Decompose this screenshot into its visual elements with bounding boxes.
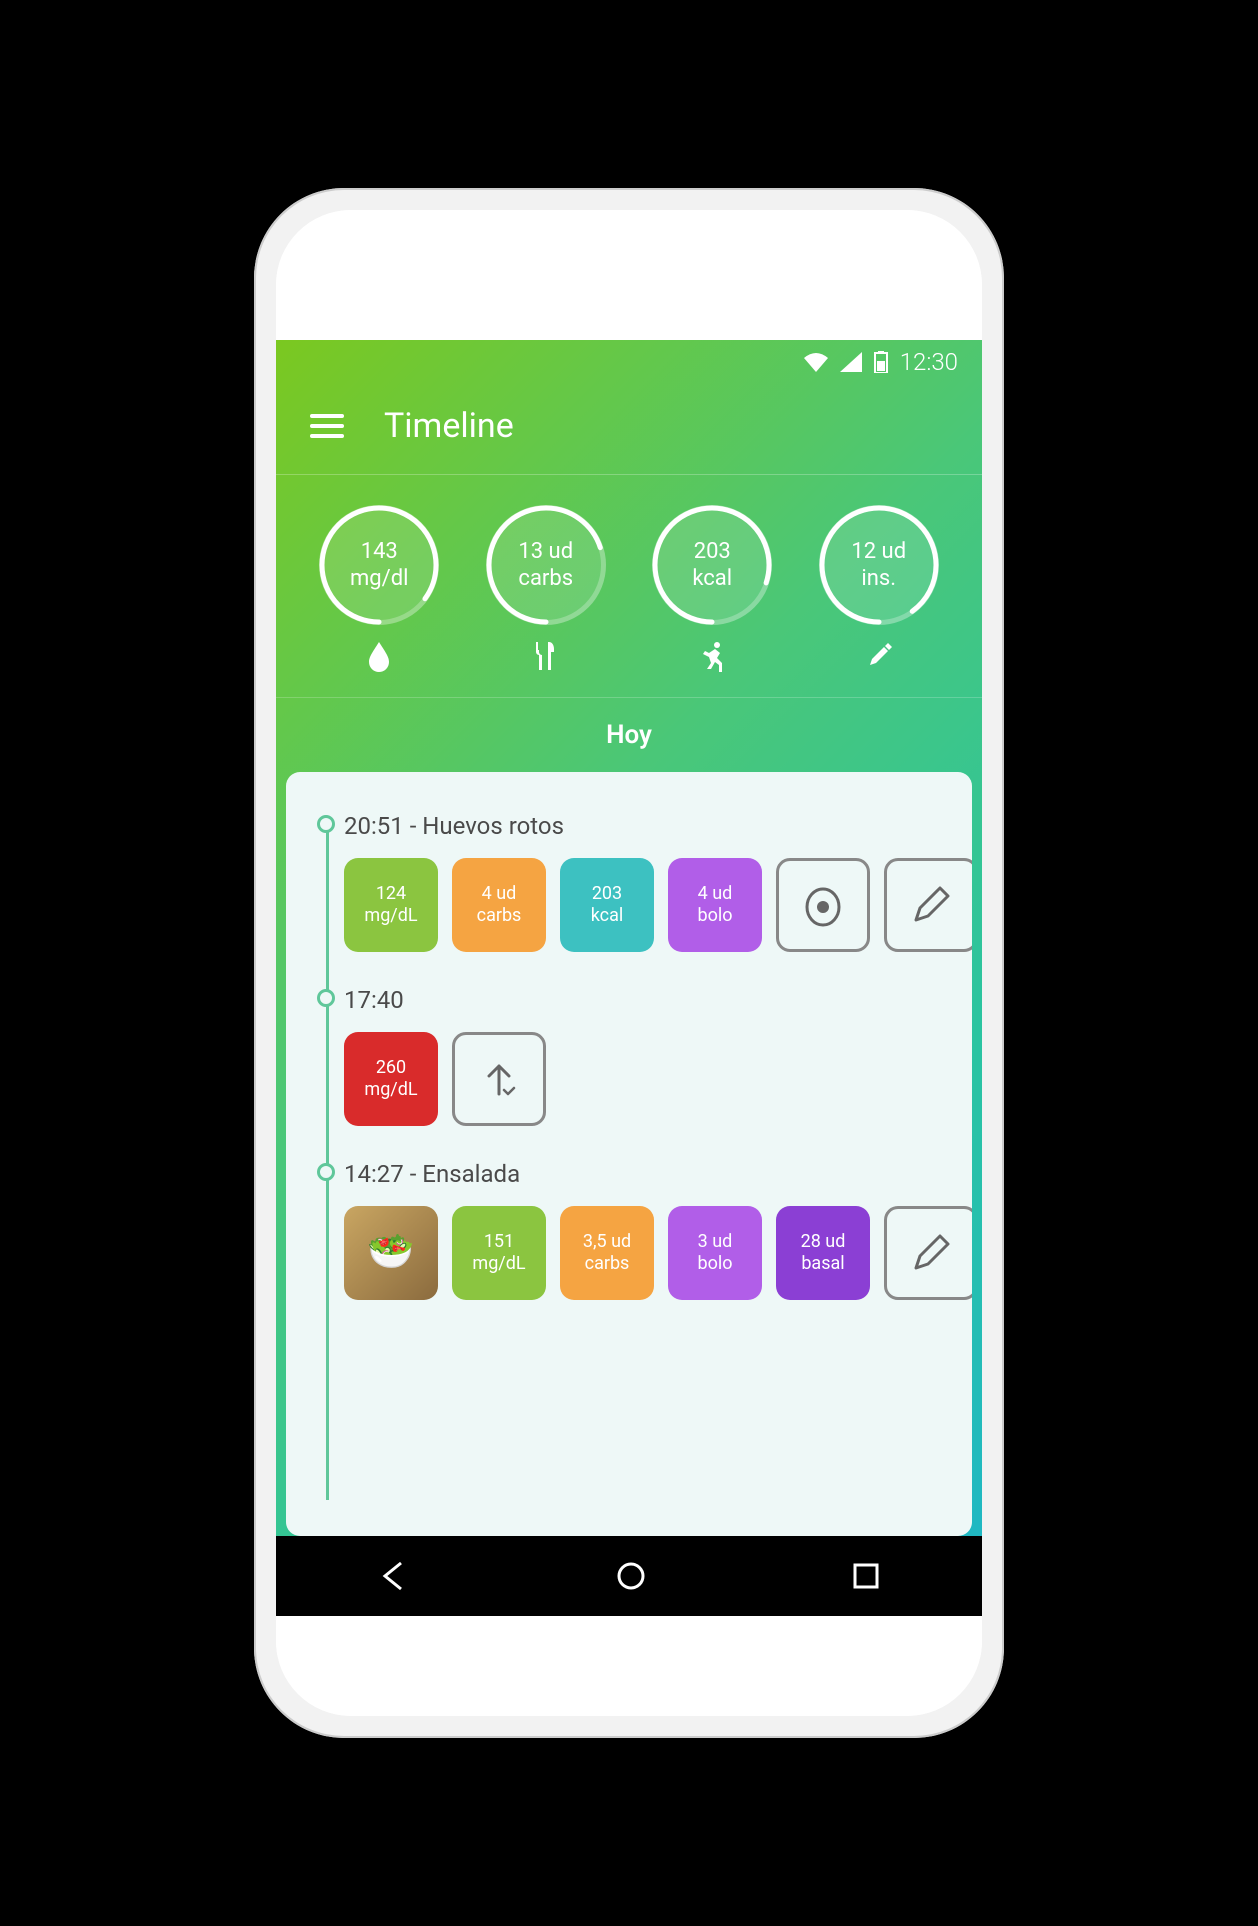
- chip-row: 124 mg/dL 4 ud carbs 203 kcal 4 ud bolo: [344, 858, 972, 952]
- egg-chip[interactable]: [776, 858, 870, 952]
- chip-value: 4 ud: [698, 883, 733, 906]
- metric-chip[interactable]: 124 mg/dL: [344, 858, 438, 952]
- entry-title: 17:40: [344, 986, 972, 1014]
- app-screen: 12:30 Timeline 143 mg/dl 13 ud carbs: [276, 340, 982, 1616]
- chip-value: 3,5 ud: [583, 1231, 631, 1254]
- wifi-icon: [804, 352, 828, 372]
- arrow-up-check-chip[interactable]: [452, 1032, 546, 1126]
- metric-chip[interactable]: 3,5 ud carbs: [560, 1206, 654, 1300]
- chip-value: 4 ud: [482, 883, 517, 906]
- status-time: 12:30: [900, 348, 958, 376]
- chip-unit: basal: [801, 1253, 844, 1276]
- metric-chip[interactable]: 260 mg/dL: [344, 1032, 438, 1126]
- stat-ring: 13 ud carbs: [486, 505, 606, 625]
- food-photo-chip[interactable]: [344, 1206, 438, 1300]
- stat-unit: ins.: [861, 565, 896, 593]
- chip-value: 151: [484, 1231, 514, 1254]
- chip-unit: carbs: [585, 1253, 630, 1276]
- timeline-entry: 20:51 - Huevos rotos 124 mg/dL 4 ud carb…: [344, 812, 972, 952]
- stat-ring: 203 kcal: [652, 505, 772, 625]
- metric-chip[interactable]: 151 mg/dL: [452, 1206, 546, 1300]
- timeline-dot: [317, 989, 335, 1007]
- android-navbar: [276, 1536, 982, 1616]
- stat-unit: carbs: [518, 565, 573, 593]
- edit-chip[interactable]: [884, 858, 972, 952]
- battery-icon: [874, 351, 888, 373]
- signal-icon: [840, 352, 862, 372]
- chip-unit: carbs: [477, 905, 522, 928]
- stat-ring: 143 mg/dl: [319, 505, 439, 625]
- status-bar: 12:30: [276, 340, 982, 384]
- page-title: Timeline: [384, 406, 514, 446]
- timeline-entry: 17:40 260 mg/dL: [344, 986, 972, 1126]
- fork-knife-icon: [529, 639, 563, 673]
- stat-item[interactable]: 143 mg/dl: [319, 505, 439, 673]
- entry-title: 20:51 - Huevos rotos: [344, 812, 972, 840]
- stat-unit: kcal: [692, 565, 732, 593]
- runner-icon: [695, 639, 729, 673]
- recent-button[interactable]: [853, 1563, 879, 1589]
- timeline-list: 20:51 - Huevos rotos 124 mg/dL 4 ud carb…: [316, 812, 972, 1300]
- chip-value: 3 ud: [698, 1231, 733, 1254]
- chip-row: 151 mg/dL 3,5 ud carbs 3 ud bolo 28 ud b…: [344, 1206, 972, 1300]
- stat-value: 143: [361, 538, 398, 566]
- stat-unit: mg/dl: [350, 565, 408, 593]
- chip-row: 260 mg/dL: [344, 1032, 972, 1126]
- stats-row: 143 mg/dl 13 ud carbs 203 kcal: [276, 475, 982, 698]
- chip-unit: mg/dL: [364, 905, 417, 928]
- chip-value: 28 ud: [801, 1231, 846, 1254]
- stat-item[interactable]: 12 ud ins.: [819, 505, 939, 673]
- chip-unit: mg/dL: [472, 1253, 525, 1276]
- stat-value: 13 ud: [518, 538, 573, 566]
- metric-chip[interactable]: 28 ud basal: [776, 1206, 870, 1300]
- chip-value: 124: [376, 883, 406, 906]
- metric-chip[interactable]: 4 ud bolo: [668, 858, 762, 952]
- timeline-card: 20:51 - Huevos rotos 124 mg/dL 4 ud carb…: [286, 772, 972, 1536]
- metric-chip[interactable]: 203 kcal: [560, 858, 654, 952]
- home-button[interactable]: [616, 1561, 646, 1591]
- metric-chip[interactable]: 4 ud carbs: [452, 858, 546, 952]
- date-header: Hoy: [276, 698, 982, 772]
- chip-value: 203: [592, 883, 622, 906]
- chip-value: 260: [376, 1057, 406, 1080]
- timeline-dot: [317, 1163, 335, 1181]
- chip-unit: bolo: [697, 905, 732, 928]
- menu-icon[interactable]: [310, 414, 344, 438]
- chip-unit: kcal: [591, 905, 624, 928]
- stat-item[interactable]: 13 ud carbs: [486, 505, 606, 673]
- metric-chip[interactable]: 3 ud bolo: [668, 1206, 762, 1300]
- back-button[interactable]: [379, 1561, 409, 1591]
- phone-frame: 12:30 Timeline 143 mg/dl 13 ud carbs: [254, 188, 1004, 1738]
- edit-chip[interactable]: [884, 1206, 972, 1300]
- timeline-dot: [317, 815, 335, 833]
- chip-unit: mg/dL: [364, 1079, 417, 1102]
- app-bar: Timeline: [276, 384, 982, 475]
- stat-value: 12 ud: [851, 538, 906, 566]
- timeline-entry: 14:27 - Ensalada 151 mg/dL 3,5 ud carbs …: [344, 1160, 972, 1300]
- drop-icon: [362, 639, 396, 673]
- syringe-icon: [862, 639, 896, 673]
- entry-title: 14:27 - Ensalada: [344, 1160, 972, 1188]
- chip-unit: bolo: [697, 1253, 732, 1276]
- stat-item[interactable]: 203 kcal: [652, 505, 772, 673]
- stat-value: 203: [694, 538, 731, 566]
- stat-ring: 12 ud ins.: [819, 505, 939, 625]
